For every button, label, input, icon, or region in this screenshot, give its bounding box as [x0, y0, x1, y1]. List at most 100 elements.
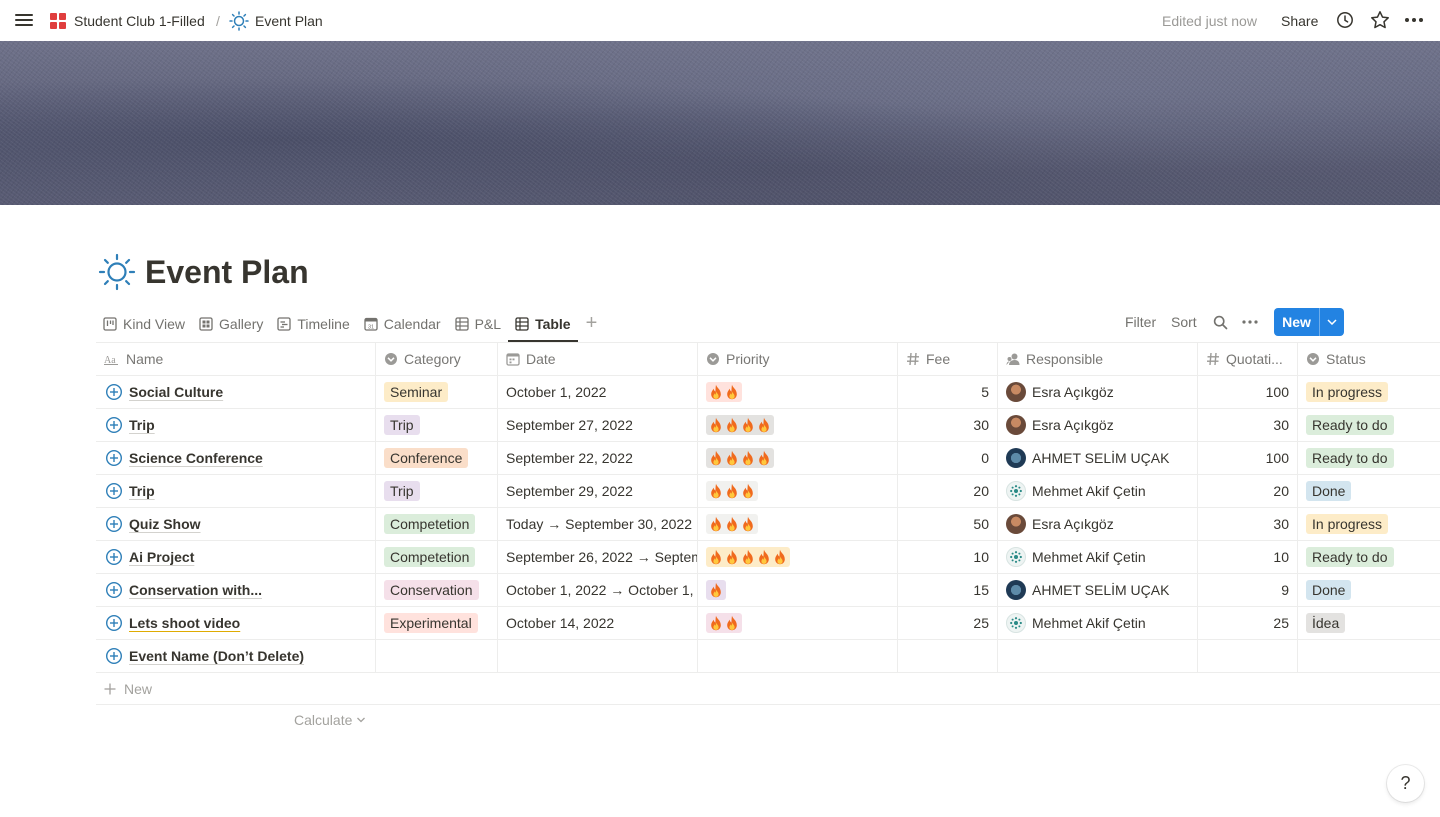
fee-cell[interactable]: 0: [898, 442, 998, 474]
open-page-icon[interactable]: [105, 515, 123, 533]
name-cell[interactable]: Science Conference: [96, 442, 376, 474]
category-cell[interactable]: Competetion: [376, 508, 498, 540]
date-cell[interactable]: September 26, 2022 → September 30, 2022: [498, 541, 698, 573]
filter-button[interactable]: Filter: [1125, 308, 1156, 336]
star-icon[interactable]: [1368, 8, 1392, 32]
page-title-text[interactable]: Event Plan: [145, 254, 309, 291]
date-cell[interactable]: October 1, 2022 → October 1, 2022: [498, 574, 698, 606]
responsible-cell[interactable]: AHMET SELİM UÇAK: [998, 574, 1198, 606]
open-page-icon[interactable]: [105, 614, 123, 632]
column-header-priority[interactable]: Priority: [698, 343, 898, 375]
name-cell[interactable]: Conservation with...: [96, 574, 376, 606]
row-title[interactable]: Trip: [129, 483, 155, 499]
priority-cell[interactable]: [698, 541, 898, 573]
quotation-cell[interactable]: 20: [1198, 475, 1298, 507]
add-view-button[interactable]: +: [578, 312, 606, 335]
name-cell[interactable]: Trip: [96, 475, 376, 507]
fee-cell[interactable]: [898, 640, 998, 672]
view-more-icon[interactable]: [1242, 308, 1258, 336]
menu-icon[interactable]: [14, 11, 34, 29]
tab-kind-view[interactable]: Kind View: [96, 305, 192, 342]
category-cell[interactable]: Experimental: [376, 607, 498, 639]
responsible-cell[interactable]: Esra Açıkgöz: [998, 376, 1198, 408]
fee-cell[interactable]: 15: [898, 574, 998, 606]
tab-calendar[interactable]: 31 Calendar: [357, 305, 448, 342]
quotation-cell[interactable]: 25: [1198, 607, 1298, 639]
date-cell[interactable]: Today → September 30, 2022: [498, 508, 698, 540]
open-page-icon[interactable]: [105, 647, 123, 665]
quotation-cell[interactable]: 100: [1198, 376, 1298, 408]
date-cell[interactable]: October 14, 2022: [498, 607, 698, 639]
calculate-button[interactable]: Calculate: [294, 712, 366, 728]
column-header-responsible[interactable]: Responsible: [998, 343, 1198, 375]
fee-cell[interactable]: 20: [898, 475, 998, 507]
status-cell[interactable]: In progress: [1298, 376, 1440, 408]
search-icon[interactable]: [1213, 308, 1228, 336]
help-button[interactable]: ?: [1387, 765, 1424, 802]
name-cell[interactable]: Social Culture: [96, 376, 376, 408]
fee-cell[interactable]: 10: [898, 541, 998, 573]
row-title[interactable]: Trip: [129, 417, 155, 433]
responsible-cell[interactable]: [998, 640, 1198, 672]
tab-pl[interactable]: P&L: [448, 305, 508, 342]
table-row[interactable]: Trip Trip September 29, 2022 20 Mehmet Akif …: [96, 475, 1440, 508]
open-page-icon[interactable]: [105, 383, 123, 401]
fee-cell[interactable]: 50: [898, 508, 998, 540]
tab-gallery[interactable]: Gallery: [192, 305, 270, 342]
row-title[interactable]: Social Culture: [129, 384, 223, 400]
column-header-date[interactable]: Date: [498, 343, 698, 375]
priority-cell[interactable]: [698, 376, 898, 408]
priority-cell[interactable]: [698, 640, 898, 672]
name-cell[interactable]: Trip: [96, 409, 376, 441]
tab-timeline[interactable]: Timeline: [270, 305, 356, 342]
table-row[interactable]: Trip Trip September 27, 2022 30 Esra Açıkgöz…: [96, 409, 1440, 442]
add-row-button[interactable]: New: [96, 674, 1440, 705]
status-cell[interactable]: Done: [1298, 574, 1440, 606]
date-cell[interactable]: September 27, 2022: [498, 409, 698, 441]
name-cell[interactable]: Event Name (Don’t Delete): [96, 640, 376, 672]
name-cell[interactable]: Ai Project: [96, 541, 376, 573]
open-page-icon[interactable]: [105, 581, 123, 599]
tab-table[interactable]: Table: [508, 305, 578, 342]
table-row[interactable]: Science Conference Conference September 22…: [96, 442, 1440, 475]
status-cell[interactable]: İdea: [1298, 607, 1440, 639]
responsible-cell[interactable]: Mehmet Akif Çetin: [998, 475, 1198, 507]
quotation-cell[interactable]: 10: [1198, 541, 1298, 573]
table-row[interactable]: Event Name (Don’t Delete): [96, 640, 1440, 673]
status-cell[interactable]: Ready to do: [1298, 442, 1440, 474]
fee-cell[interactable]: 25: [898, 607, 998, 639]
column-header-category[interactable]: Category: [376, 343, 498, 375]
name-cell[interactable]: Quiz Show: [96, 508, 376, 540]
chevron-down-icon[interactable]: [1319, 308, 1344, 336]
status-cell[interactable]: Done: [1298, 475, 1440, 507]
priority-cell[interactable]: [698, 508, 898, 540]
row-title[interactable]: Science Conference: [129, 450, 263, 466]
priority-cell[interactable]: [698, 574, 898, 606]
responsible-cell[interactable]: Esra Açıkgöz: [998, 409, 1198, 441]
responsible-cell[interactable]: Mehmet Akif Çetin: [998, 607, 1198, 639]
quotation-cell[interactable]: 30: [1198, 508, 1298, 540]
status-cell[interactable]: Ready to do: [1298, 541, 1440, 573]
quotation-cell[interactable]: 9: [1198, 574, 1298, 606]
name-cell[interactable]: Lets shoot video: [96, 607, 376, 639]
table-row[interactable]: Conservation with... Conservation October …: [96, 574, 1440, 607]
row-title[interactable]: Lets shoot video: [129, 615, 240, 631]
category-cell[interactable]: Conservation: [376, 574, 498, 606]
category-cell[interactable]: Trip: [376, 475, 498, 507]
page-sun-icon[interactable]: [98, 253, 136, 291]
column-header-name[interactable]: Aa Name: [96, 343, 376, 375]
column-header-status[interactable]: Status: [1298, 343, 1440, 375]
date-cell[interactable]: October 1, 2022: [498, 376, 698, 408]
status-cell[interactable]: [1298, 640, 1440, 672]
quotation-cell[interactable]: 100: [1198, 442, 1298, 474]
category-cell[interactable]: Competetion: [376, 541, 498, 573]
category-cell[interactable]: [376, 640, 498, 672]
row-title[interactable]: Conservation with...: [129, 582, 262, 598]
category-cell[interactable]: Trip: [376, 409, 498, 441]
row-title[interactable]: Quiz Show: [129, 516, 201, 532]
fee-cell[interactable]: 5: [898, 376, 998, 408]
status-cell[interactable]: In progress: [1298, 508, 1440, 540]
table-row[interactable]: Social Culture Seminar October 1, 2022 5 Esr…: [96, 376, 1440, 409]
date-cell[interactable]: September 22, 2022: [498, 442, 698, 474]
breadcrumb-page[interactable]: Event Plan: [229, 0, 323, 41]
